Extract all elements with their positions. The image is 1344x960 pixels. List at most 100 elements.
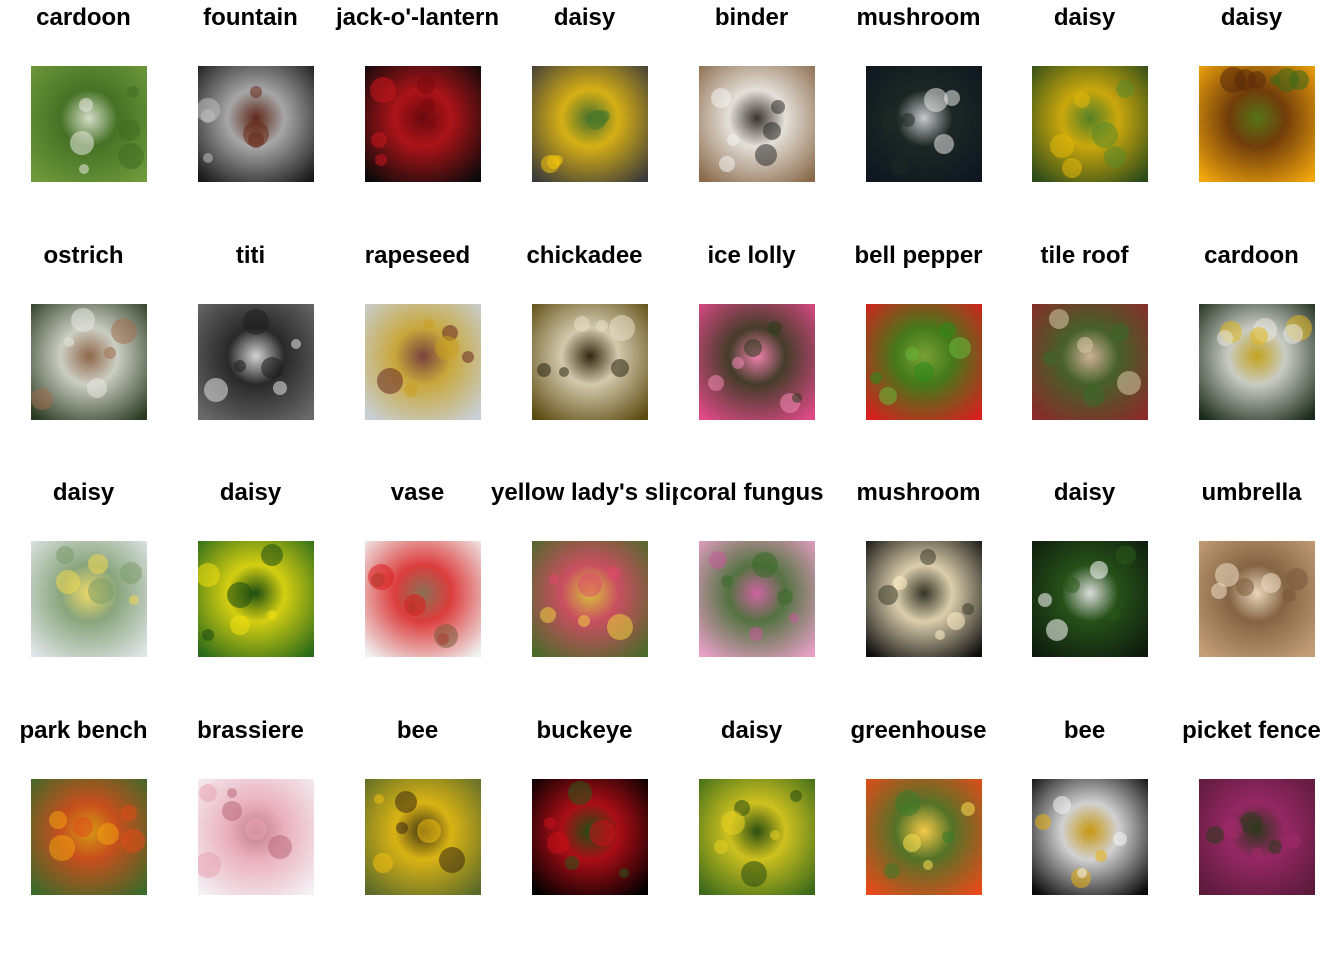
- grid-cell: daisy: [1001, 475, 1168, 675]
- grid-cell: daisy: [0, 475, 167, 675]
- pink-bush-photo: [699, 541, 815, 657]
- image-label: greenhouse: [850, 717, 987, 744]
- image-label: bee: [396, 717, 439, 744]
- sunflower-closeup-photo: [1199, 66, 1315, 182]
- red-tulips-photo: [866, 304, 982, 420]
- sunflower-farm-photo: [365, 304, 481, 420]
- photo-thumbnail: [198, 66, 314, 182]
- photo-thumbnail: [866, 541, 982, 657]
- image-label: mushroom: [856, 4, 981, 31]
- image-label: daisy: [720, 717, 783, 744]
- grid-cell: bell pepper: [835, 238, 1002, 438]
- grid-cell: mushroom: [835, 0, 1002, 200]
- photo-thumbnail: [866, 779, 982, 895]
- tulips-vase-photo: [365, 541, 481, 657]
- photo-thumbnail: [198, 304, 314, 420]
- image-label: titi: [235, 242, 266, 269]
- dandelion-flower-photo: [1199, 304, 1315, 420]
- image-label: vase: [390, 479, 445, 506]
- image-label: bell pepper: [854, 242, 983, 269]
- image-label: coral fungus: [679, 479, 824, 506]
- dandelion-night-photo: [866, 66, 982, 182]
- grid-cell: picket fence: [1168, 713, 1335, 913]
- grid-cell: greenhouse: [835, 713, 1002, 913]
- grid-cell: chickadee: [501, 238, 668, 438]
- grid-cell: daisy: [501, 0, 668, 200]
- dandelion-seedhead-green-photo: [31, 66, 147, 182]
- image-label: umbrella: [1201, 479, 1302, 506]
- tulip-park-photo: [31, 779, 147, 895]
- grid-cell: daisy: [1168, 0, 1335, 200]
- dandelion-olive-photo: [532, 304, 648, 420]
- image-label: chickadee: [526, 242, 643, 269]
- grid-cell: bee: [334, 713, 501, 913]
- pink-rose-photo: [699, 304, 815, 420]
- grid-cell: daisy: [1001, 0, 1168, 200]
- image-label: jack-o'-lantern: [335, 4, 500, 31]
- white-daisy-grass-photo: [1032, 541, 1148, 657]
- image-grid: cardoon fountain jack-o'-lantern daisy binde…: [0, 0, 1344, 960]
- photo-thumbnail: [699, 304, 815, 420]
- photo-thumbnail: [866, 304, 982, 420]
- photo-thumbnail: [532, 66, 648, 182]
- photo-thumbnail: [866, 66, 982, 182]
- photo-thumbnail: [1032, 66, 1148, 182]
- grid-cell: jack-o'-lantern: [334, 0, 501, 200]
- image-label: daisy: [219, 479, 282, 506]
- image-label: cardoon: [1204, 242, 1299, 269]
- image-label: buckeye: [536, 717, 633, 744]
- image-label: daisy: [1053, 479, 1116, 506]
- photo-thumbnail: [198, 541, 314, 657]
- red-rose-photo: [365, 66, 481, 182]
- sunflower-field-photo: [1032, 66, 1148, 182]
- grid-cell: park bench: [0, 713, 167, 913]
- image-label: ostrich: [43, 242, 124, 269]
- grid-cell: tile roof: [1001, 238, 1168, 438]
- grid-cell: bee: [1001, 713, 1168, 913]
- photo-thumbnail: [365, 304, 481, 420]
- photo-thumbnail: [31, 779, 147, 895]
- photo-thumbnail: [1199, 66, 1315, 182]
- photo-thumbnail: [532, 779, 648, 895]
- grid-cell: cardoon: [1168, 238, 1335, 438]
- image-label: mushroom: [856, 479, 981, 506]
- image-label: fountain: [203, 4, 298, 31]
- pink-roses-photo: [198, 779, 314, 895]
- grid-cell: mushroom: [835, 475, 1002, 675]
- image-label: park bench: [19, 717, 148, 744]
- image-label: daisy: [553, 4, 616, 31]
- image-label: rapeseed: [364, 242, 471, 269]
- grid-cell: fountain: [167, 0, 334, 200]
- grid-cell: yellow lady's slipper: [491, 475, 678, 675]
- sticker-sheet-photo: [699, 66, 815, 182]
- bee-on-daisy-photo: [1032, 779, 1148, 895]
- photo-thumbnail: [1032, 304, 1148, 420]
- image-label: binder: [714, 4, 789, 31]
- red-house-garden-photo: [1032, 304, 1148, 420]
- tulip-garden-photo: [532, 541, 648, 657]
- grid-cell: titi: [167, 238, 334, 438]
- photo-thumbnail: [365, 541, 481, 657]
- white-daisies-photo: [31, 541, 147, 657]
- image-label: yellow lady's slipper: [491, 479, 678, 506]
- image-label: ice lolly: [707, 242, 796, 269]
- grid-cell: daisy: [668, 713, 835, 913]
- sepia-sunflowers-photo: [1199, 541, 1315, 657]
- purple-tulips-photo: [1199, 779, 1315, 895]
- sunflower-meadow-photo: [699, 779, 815, 895]
- red-rose-dark-photo: [532, 779, 648, 895]
- grid-cell: ostrich: [0, 238, 167, 438]
- image-label: cardoon: [36, 4, 131, 31]
- grid-cell: binder: [668, 0, 835, 200]
- image-label: bee: [1063, 717, 1106, 744]
- sunflower-photo: [532, 66, 648, 182]
- photo-thumbnail: [31, 541, 147, 657]
- image-label: tile roof: [1040, 242, 1129, 269]
- photo-thumbnail: [1032, 779, 1148, 895]
- image-label: daisy: [52, 479, 115, 506]
- photo-thumbnail: [1199, 304, 1315, 420]
- photo-thumbnail: [699, 66, 815, 182]
- grid-cell: buckeye: [501, 713, 668, 913]
- grid-cell: coral fungus: [668, 475, 835, 675]
- photo-thumbnail: [31, 66, 147, 182]
